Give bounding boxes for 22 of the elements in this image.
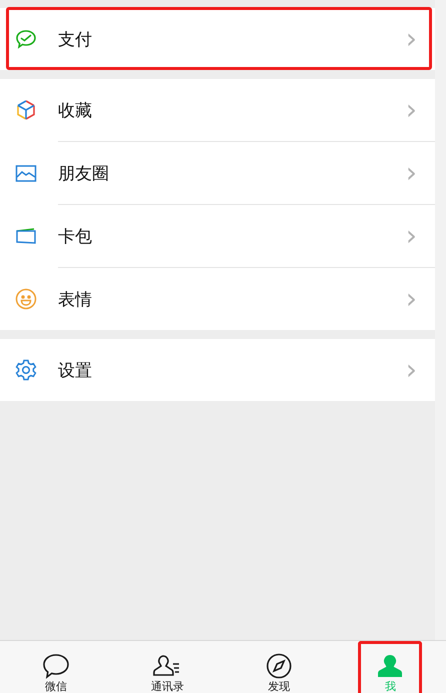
tab[interactable]: 微信 [24,641,88,693]
menu-item[interactable]: 卡包 › [0,205,435,267]
smiley-icon [14,287,38,311]
chat-bubble-icon [42,653,70,679]
chevron-icon: › [406,222,417,250]
cube-icon [14,98,38,122]
chevron-icon: › [406,25,417,53]
person-icon [377,653,404,679]
chevron-icon: › [406,285,417,313]
chevron-icon: › [406,96,417,124]
compass-icon [266,653,292,679]
menu-item[interactable]: 设置 › [0,339,435,401]
chevron-icon: › [406,159,417,187]
menu-item[interactable]: 收藏 › [0,79,435,141]
chevron-icon: › [406,356,417,384]
tab[interactable]: 发现 [246,641,311,693]
menu-item[interactable]: 朋友圈 › [0,142,435,204]
tab[interactable]: 通讯录 [135,641,200,693]
menu-item[interactable]: 表情 › [0,268,435,330]
menu-item[interactable]: 支付 › [0,8,435,70]
settings-icon [14,358,38,382]
chat-check-icon [14,27,38,51]
